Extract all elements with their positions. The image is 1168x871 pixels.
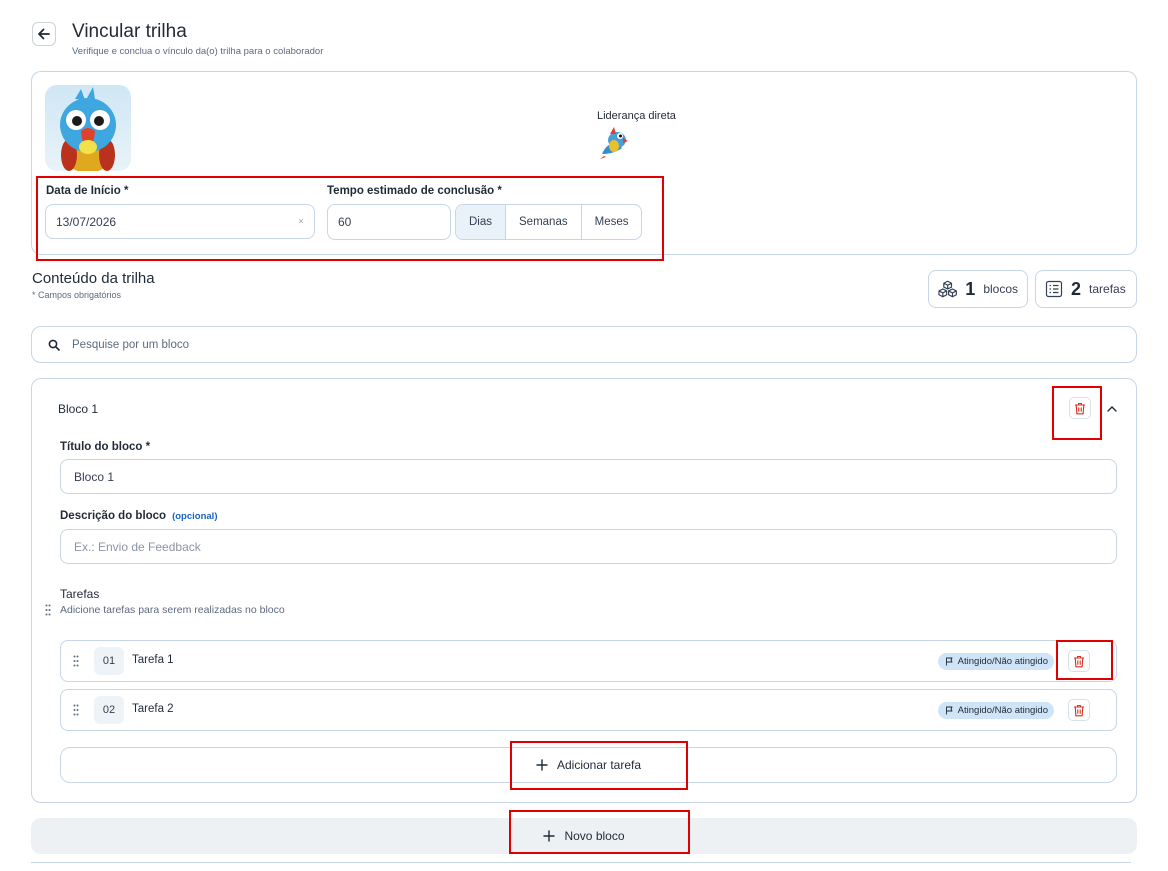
task-name: Tarefa 1 <box>132 654 174 666</box>
blocks-count: 1 <box>965 278 976 299</box>
start-date-label: Data de Início * <box>46 185 129 197</box>
delete-task-button[interactable] <box>1068 699 1090 721</box>
block-title-value: Bloco 1 <box>74 469 115 484</box>
block-title-input[interactable]: Bloco 1 <box>60 459 1117 494</box>
flag-icon <box>945 657 953 666</box>
block-card <box>31 378 1137 803</box>
time-unit-selector: Dias Semanas Meses <box>455 204 643 240</box>
flag-icon <box>945 706 953 715</box>
search-icon <box>48 339 60 351</box>
unit-weeks-option[interactable]: Semanas <box>506 205 582 239</box>
task-row[interactable]: 02 Tarefa 2 Atingido/Não atingido <box>60 689 1117 731</box>
back-button[interactable] <box>32 22 56 46</box>
unit-days-option[interactable]: Dias <box>456 205 507 239</box>
tasks-count: 2 <box>1071 278 1082 299</box>
task-number: 01 <box>94 647 124 675</box>
page-title: Vincular trilha <box>72 21 187 42</box>
tasks-label: tarefas <box>1089 282 1126 296</box>
block-description-placeholder: Ex.: Envio de Feedback <box>74 539 201 554</box>
drag-handle-icon[interactable] <box>45 604 51 616</box>
page-subtitle: Verifique e conclua o vínculo da(o) tril… <box>72 46 324 57</box>
content-title: Conteúdo da trilha <box>32 270 155 287</box>
chevron-up-icon[interactable] <box>1105 402 1119 416</box>
estimated-time-value: 60 <box>338 215 352 229</box>
arrow-left-icon <box>38 28 50 40</box>
highlight-add-task <box>510 741 688 790</box>
trash-icon <box>1074 704 1084 716</box>
tasks-section-title: Tarefas <box>60 587 100 601</box>
start-date-value: 13/07/2026 <box>56 214 117 229</box>
checklist-icon <box>1045 280 1063 298</box>
block-description-input[interactable]: Ex.: Envio de Feedback <box>60 529 1117 564</box>
estimated-time-label: Tempo estimado de conclusão * <box>327 185 502 197</box>
task-number: 02 <box>94 696 124 724</box>
tasks-section-subtitle: Adicione tarefas para serem realizadas n… <box>60 604 285 616</box>
start-date-input[interactable]: 13/07/2026 × <box>45 204 315 239</box>
drag-handle-icon[interactable] <box>73 655 79 667</box>
leader-avatar <box>596 124 632 160</box>
blocks-count-badge: 1 blocos <box>928 270 1028 308</box>
task-row[interactable]: 01 Tarefa 1 Atingido/Não atingido <box>60 640 1117 682</box>
delete-block-button[interactable] <box>1069 397 1091 419</box>
required-fields-note: * Campos obrigatórios <box>32 290 122 300</box>
parrot-avatar-icon <box>60 87 116 171</box>
unit-months-option[interactable]: Meses <box>582 205 642 239</box>
search-input[interactable] <box>72 338 972 351</box>
highlight-new-block <box>509 810 690 854</box>
task-name: Tarefa 2 <box>132 703 174 715</box>
parrot-leader-icon <box>600 127 628 159</box>
block-title-label: Título do bloco * <box>60 441 151 453</box>
estimated-time-input[interactable]: 60 <box>327 204 451 240</box>
drag-handle-icon[interactable] <box>73 704 79 716</box>
collaborator-avatar <box>45 85 131 171</box>
task-type-badge: Atingido/Não atingido <box>937 653 1054 670</box>
tasks-count-badge: 2 tarefas <box>1035 270 1137 308</box>
bottom-divider <box>31 862 1131 863</box>
block-header-title[interactable]: Bloco 1 <box>58 402 98 416</box>
task-type-badge: Atingido/Não atingido <box>937 702 1054 719</box>
block-description-label: Descrição do bloco (opcional) <box>60 510 218 522</box>
highlight-task-delete <box>1056 640 1113 680</box>
blocks-label: blocos <box>983 282 1018 296</box>
leadership-label: Liderança direta <box>597 110 676 122</box>
trash-icon <box>1075 402 1085 414</box>
search-bar <box>31 326 1137 363</box>
cubes-icon <box>938 280 957 298</box>
clear-date-icon[interactable]: × <box>298 216 304 227</box>
optional-tag: (opcional) <box>172 511 218 522</box>
